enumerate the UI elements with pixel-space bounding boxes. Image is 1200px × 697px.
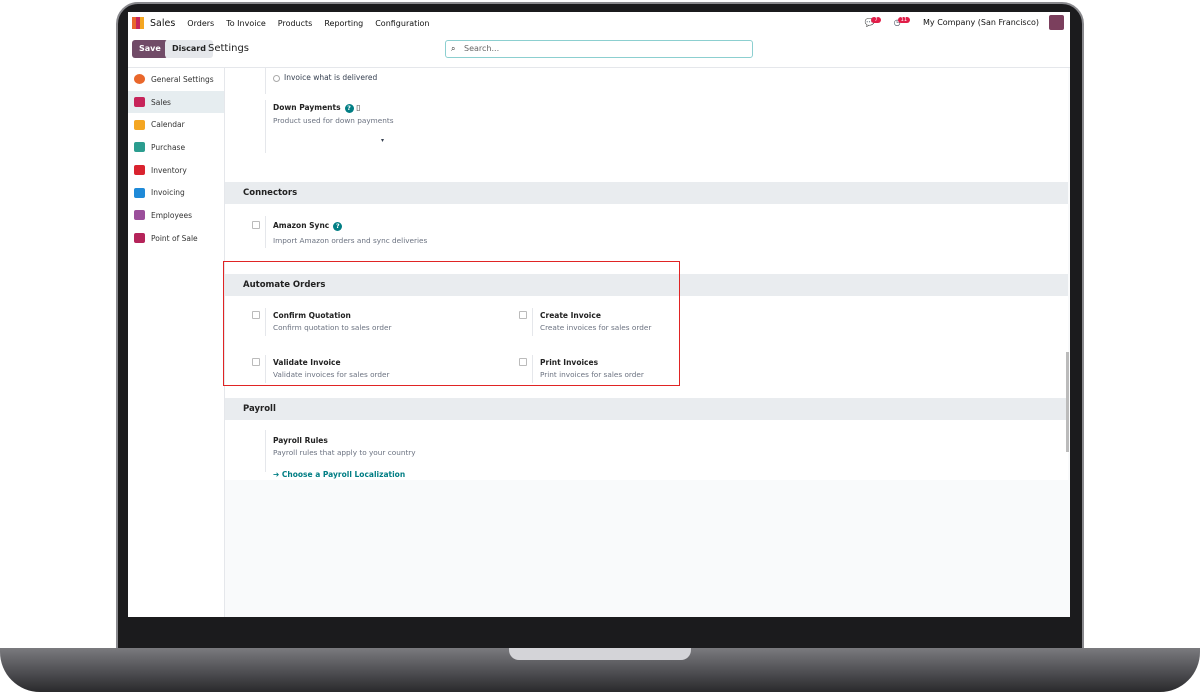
general-settings-icon	[134, 74, 145, 85]
sidebar-label: Calendar	[151, 120, 185, 130]
divider	[265, 68, 266, 94]
point-of-sale-icon	[134, 233, 145, 244]
sidebar-item-inventory[interactable]: Inventory	[128, 159, 224, 182]
menu-reporting[interactable]: Reporting	[324, 19, 363, 28]
search-icon: ⌕	[451, 44, 456, 53]
calendar-icon	[134, 119, 145, 130]
sales-app-icon[interactable]	[132, 17, 144, 29]
search-input[interactable]: ⌕ Search...	[445, 40, 753, 58]
sidebar-label: General Settings	[151, 74, 214, 84]
sidebar-item-point-of-sale[interactable]: Point of Sale	[128, 227, 224, 250]
divider	[265, 430, 266, 472]
messages-button[interactable]: 💬7	[865, 17, 884, 27]
section-payroll: Payroll	[225, 398, 1068, 420]
invoice-delivered-radio[interactable]: Invoice what is delivered	[273, 73, 377, 82]
sidebar-item-sales[interactable]: Sales	[128, 90, 224, 114]
company-switcher[interactable]: My Company (San Francisco)	[923, 18, 1039, 27]
purchase-icon	[134, 142, 145, 153]
highlight-box	[223, 261, 680, 386]
screen: Sales Orders To Invoice Products Reporti…	[128, 12, 1070, 617]
sidebar-label: Invoicing	[151, 188, 185, 198]
amazon-sync-checkbox[interactable]	[252, 221, 260, 229]
down-payments-desc: Product used for down payments	[273, 116, 394, 125]
sales-icon	[134, 97, 145, 108]
sidebar-item-calendar[interactable]: Calendar	[128, 113, 224, 136]
label-text: Down Payments	[273, 103, 341, 112]
control-panel: Save Discard Settings ⌕ Search...	[128, 34, 1070, 68]
down-payment-product-select[interactable]: ▾	[381, 137, 384, 144]
section-connectors: Connectors	[225, 182, 1068, 204]
arrow-right-icon: ➔	[273, 470, 282, 479]
menu-products[interactable]: Products	[278, 19, 313, 28]
messages-badge: 7	[871, 17, 881, 23]
employees-icon	[134, 210, 145, 221]
scrollbar[interactable]	[1066, 352, 1069, 452]
inventory-icon	[134, 165, 145, 176]
payroll-rules-desc: Payroll rules that apply to your country	[273, 448, 416, 457]
laptop-notch	[509, 648, 691, 660]
sidebar-item-purchase[interactable]: Purchase	[128, 136, 224, 159]
amazon-sync-label: Amazon Sync?	[273, 221, 343, 231]
label-text: Amazon Sync	[273, 221, 330, 230]
menu-to-invoice[interactable]: To Invoice	[226, 19, 266, 28]
down-payments-label: Down Payments? ▯	[273, 103, 360, 113]
menu-orders[interactable]: Orders	[187, 19, 214, 28]
save-button[interactable]: Save	[132, 40, 168, 58]
sidebar-label: Point of Sale	[151, 233, 198, 243]
help-icon[interactable]: ?	[344, 104, 354, 113]
sidebar-item-general-settings[interactable]: General Settings	[128, 68, 224, 91]
sidebar-label: Inventory	[151, 165, 187, 175]
sidebar-label: Employees	[151, 210, 193, 220]
link-text: Choose a Payroll Localization	[281, 470, 406, 479]
help-icon[interactable]: ?	[333, 222, 343, 231]
sidebar-label: Purchase	[151, 142, 186, 152]
activities-badge: 11	[897, 17, 911, 23]
search-placeholder: Search...	[464, 44, 500, 53]
sidebar-item-invoicing[interactable]: Invoicing	[128, 181, 224, 204]
sidebar-item-employees[interactable]: Employees	[128, 204, 224, 227]
page-title: Settings	[208, 43, 250, 54]
radio-label: Invoice what is delivered	[284, 73, 378, 82]
payroll-rules-label: Payroll Rules	[273, 436, 328, 445]
discard-button[interactable]: Discard	[165, 40, 213, 58]
avatar[interactable]	[1049, 15, 1064, 30]
activities-button[interactable]: ◷11	[894, 17, 913, 27]
app-name[interactable]: Sales	[150, 18, 175, 29]
menu-configuration[interactable]: Configuration	[375, 19, 429, 28]
mobile-icon: ▯	[356, 103, 361, 112]
divider	[265, 216, 266, 248]
divider	[265, 100, 266, 153]
top-navbar: Sales Orders To Invoice Products Reporti…	[128, 12, 1070, 34]
amazon-sync-desc: Import Amazon orders and sync deliveries	[273, 236, 428, 245]
invoicing-icon	[134, 187, 145, 198]
sidebar-label: Sales	[151, 97, 171, 107]
choose-payroll-localization-link[interactable]: ➔ Choose a Payroll Localization	[273, 470, 405, 479]
settings-sidebar: General Settings Sales Calendar Purchase…	[128, 68, 225, 617]
